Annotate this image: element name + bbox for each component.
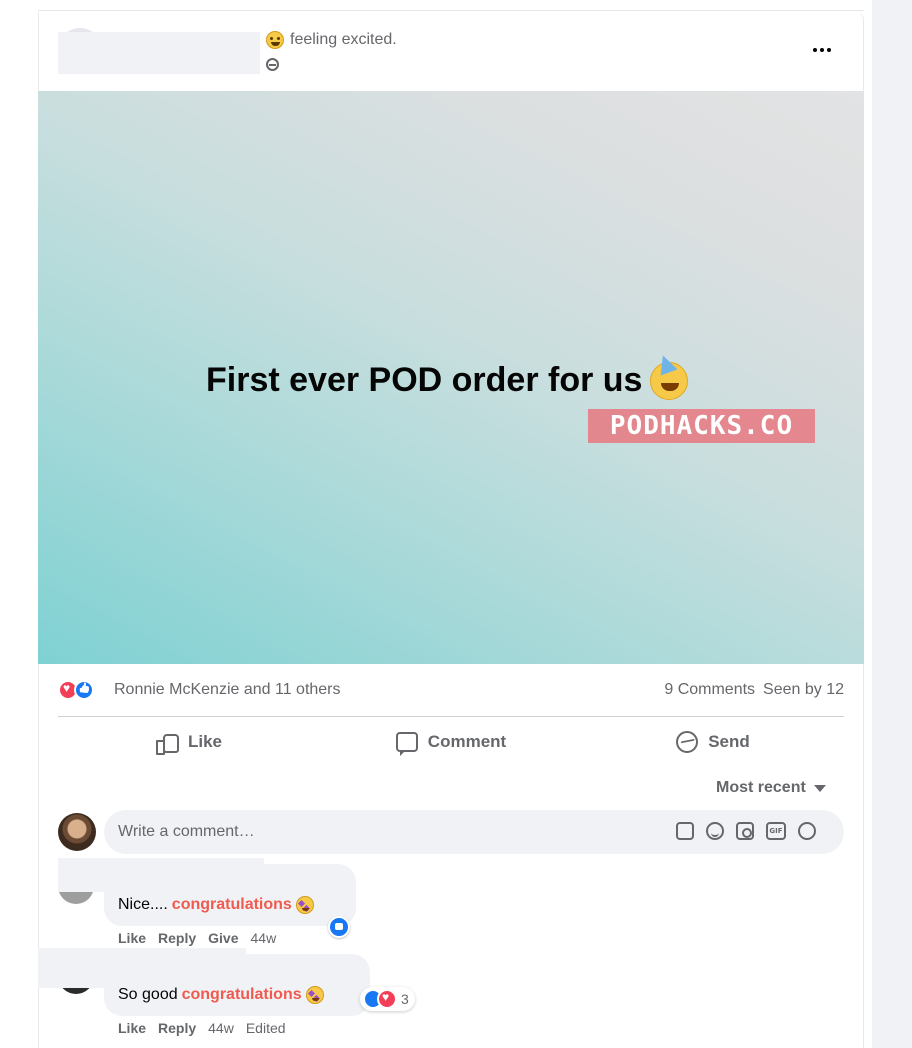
send-button[interactable]: Send	[582, 722, 844, 762]
comment-like-link[interactable]: Like	[118, 1020, 146, 1036]
composer-tools: GIF	[676, 822, 816, 842]
comment-body: Nice....	[118, 896, 168, 913]
commenter-name-redacted	[38, 948, 246, 988]
feeling-activity: feeling excited.	[266, 31, 397, 49]
comment-like-reaction-icon[interactable]	[328, 916, 350, 938]
emoji-icon[interactable]	[706, 822, 724, 840]
comment-timestamp[interactable]: 44w	[251, 930, 277, 946]
author-name-redacted	[58, 32, 260, 74]
comment-edited-label[interactable]: Edited	[246, 1020, 286, 1036]
feed-right-gutter	[872, 0, 912, 1048]
comment-highlight: congratulations	[181, 986, 302, 1003]
divider	[58, 716, 844, 717]
dot-icon	[820, 48, 824, 52]
comment-highlight: congratulations	[171, 896, 292, 913]
comment-actions: Like Reply Give 44w	[118, 930, 276, 946]
comments-count-link[interactable]: 9 Comments	[664, 681, 755, 699]
dot-icon	[813, 48, 817, 52]
comment-sort-dropdown[interactable]: Most recent	[716, 779, 826, 797]
love-reaction-icon	[377, 989, 397, 1009]
caret-down-icon	[813, 784, 826, 792]
sticker-icon[interactable]	[798, 822, 816, 840]
star-struck-emoji-icon	[295, 896, 314, 914]
reaction-count: 3	[401, 991, 409, 1007]
comment-reply-link[interactable]: Reply	[158, 930, 196, 946]
grinning-emoji-icon	[266, 31, 284, 49]
comment-like-link[interactable]: Like	[118, 930, 146, 946]
seen-by-link[interactable]: Seen by 12	[763, 681, 844, 699]
current-user-avatar[interactable]	[58, 813, 96, 851]
like-reaction-icon	[74, 680, 94, 700]
comment-bubble-icon	[395, 732, 418, 756]
post-background-banner[interactable]: First ever POD order for us PODHACKS.CO	[38, 91, 864, 664]
dot-icon	[827, 48, 831, 52]
post-banner-text: First ever POD order for us	[206, 361, 689, 400]
comment-give-link[interactable]: Give	[208, 930, 238, 946]
reactors-link[interactable]: Ronnie McKenzie and 11 others	[114, 681, 341, 699]
comment-timestamp[interactable]: 44w	[208, 1020, 234, 1036]
audience-public-icon[interactable]	[266, 58, 279, 71]
watermark: PODHACKS.CO	[588, 409, 815, 443]
post-actions: Like Comment Send	[58, 722, 844, 762]
comment-actions: Like Reply 44w Edited	[118, 1020, 286, 1036]
card-top-border	[38, 10, 864, 11]
comment-reply-link[interactable]: Reply	[158, 1020, 196, 1036]
send-label: Send	[708, 732, 750, 751]
comment-label: Comment	[427, 732, 507, 751]
like-button[interactable]: Like	[58, 722, 320, 762]
like-label: Like	[187, 732, 223, 751]
messenger-icon	[676, 731, 699, 753]
feeling-text: feeling excited.	[290, 31, 397, 48]
post-stats: 9 Comments Seen by 12	[664, 681, 844, 699]
thumbs-up-icon	[155, 732, 179, 755]
gif-icon[interactable]: GIF	[766, 822, 786, 840]
comment-text: So good congratulations	[118, 986, 324, 1004]
comment-body: So good	[118, 986, 178, 1003]
comment-button[interactable]: Comment	[320, 722, 582, 762]
sort-label: Most recent	[716, 779, 806, 796]
post-options-button[interactable]	[808, 40, 836, 60]
reaction-summary: Ronnie McKenzie and 11 others 9 Comments…	[58, 678, 844, 702]
partying-face-emoji-icon	[650, 361, 689, 400]
commenter-name-redacted	[58, 858, 264, 892]
comment-text: Nice.... congratulations	[118, 896, 314, 914]
comment-reaction-pill[interactable]: 3	[360, 987, 415, 1011]
camera-icon[interactable]	[736, 822, 754, 840]
banner-text-label: First ever POD order for us	[206, 361, 643, 399]
star-struck-emoji-icon	[305, 986, 324, 1004]
avatar-sticker-icon[interactable]	[676, 822, 694, 840]
reaction-icons[interactable]	[58, 680, 104, 700]
reaction-icons	[363, 989, 397, 1009]
